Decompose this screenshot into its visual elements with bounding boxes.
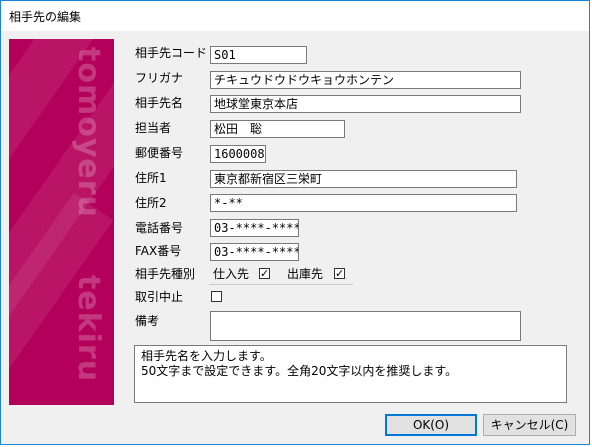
ok-button[interactable]: OK(O) bbox=[385, 414, 477, 436]
person-label: 担当者 bbox=[135, 121, 172, 135]
phone-input[interactable]: 03-****-**** bbox=[210, 219, 299, 237]
checkmark-icon: ✓ bbox=[260, 267, 270, 280]
name-input[interactable]: 地球堂東京本店 bbox=[210, 95, 521, 113]
help-line-2: 50文字まで設定できます。全角20文字以内を推奨します。 bbox=[141, 364, 458, 378]
fax-label: FAX番号 bbox=[135, 244, 182, 258]
title-bar: 相手先の編集 bbox=[1, 1, 589, 31]
type-group-underline bbox=[209, 284, 353, 285]
ship-to-checkbox[interactable]: ✓ bbox=[334, 268, 345, 279]
memo-label: 備考 bbox=[135, 314, 160, 328]
furigana-label: フリガナ bbox=[135, 71, 184, 85]
code-label: 相手先コード bbox=[135, 46, 208, 60]
name-label: 相手先名 bbox=[135, 96, 184, 110]
phone-label: 電話番号 bbox=[135, 221, 184, 235]
memo-input[interactable] bbox=[210, 311, 521, 341]
code-input[interactable]: S01 bbox=[210, 46, 307, 64]
window-title: 相手先の編集 bbox=[9, 10, 82, 24]
address1-label: 住所1 bbox=[135, 171, 167, 185]
address1-input[interactable]: 東京都新宿区三栄町 bbox=[210, 170, 517, 188]
supplier-checkbox[interactable]: ✓ bbox=[259, 268, 270, 279]
banner-watermark-top: tomoyeru bbox=[71, 47, 106, 218]
help-text-box: 相手先名を入力します。 50文字まで設定できます。全角20文字以内を推奨します。 bbox=[134, 345, 567, 403]
address2-label: 住所2 bbox=[135, 196, 167, 210]
suspend-label: 取引中止 bbox=[135, 290, 184, 304]
supplier-label: 仕入先 bbox=[213, 267, 250, 281]
zip-input[interactable]: 1600008 bbox=[210, 145, 266, 163]
suspend-checkbox[interactable] bbox=[211, 291, 222, 302]
address2-input[interactable]: *-** bbox=[210, 194, 517, 212]
side-banner: tomoyeru tekiru bbox=[9, 39, 114, 405]
cancel-button[interactable]: キャンセル(C) bbox=[483, 414, 576, 436]
furigana-input[interactable]: チキュウドウドウキョウホンテン bbox=[210, 71, 521, 89]
zip-label: 郵便番号 bbox=[135, 146, 184, 160]
help-line-1: 相手先名を入力します。 bbox=[141, 349, 272, 363]
banner-watermark-bottom: tekiru bbox=[71, 275, 106, 383]
ship-to-label: 出庫先 bbox=[287, 267, 324, 281]
edit-partner-dialog: 相手先の編集 tomoyeru tekiru 相手先コード フリガナ 相手先名 … bbox=[0, 0, 590, 445]
checkmark-icon: ✓ bbox=[335, 267, 345, 280]
partner-type-label: 相手先種別 bbox=[135, 267, 196, 281]
person-input[interactable]: 松田 聡 bbox=[210, 120, 345, 138]
fax-input[interactable]: 03-****-**** bbox=[210, 243, 299, 261]
